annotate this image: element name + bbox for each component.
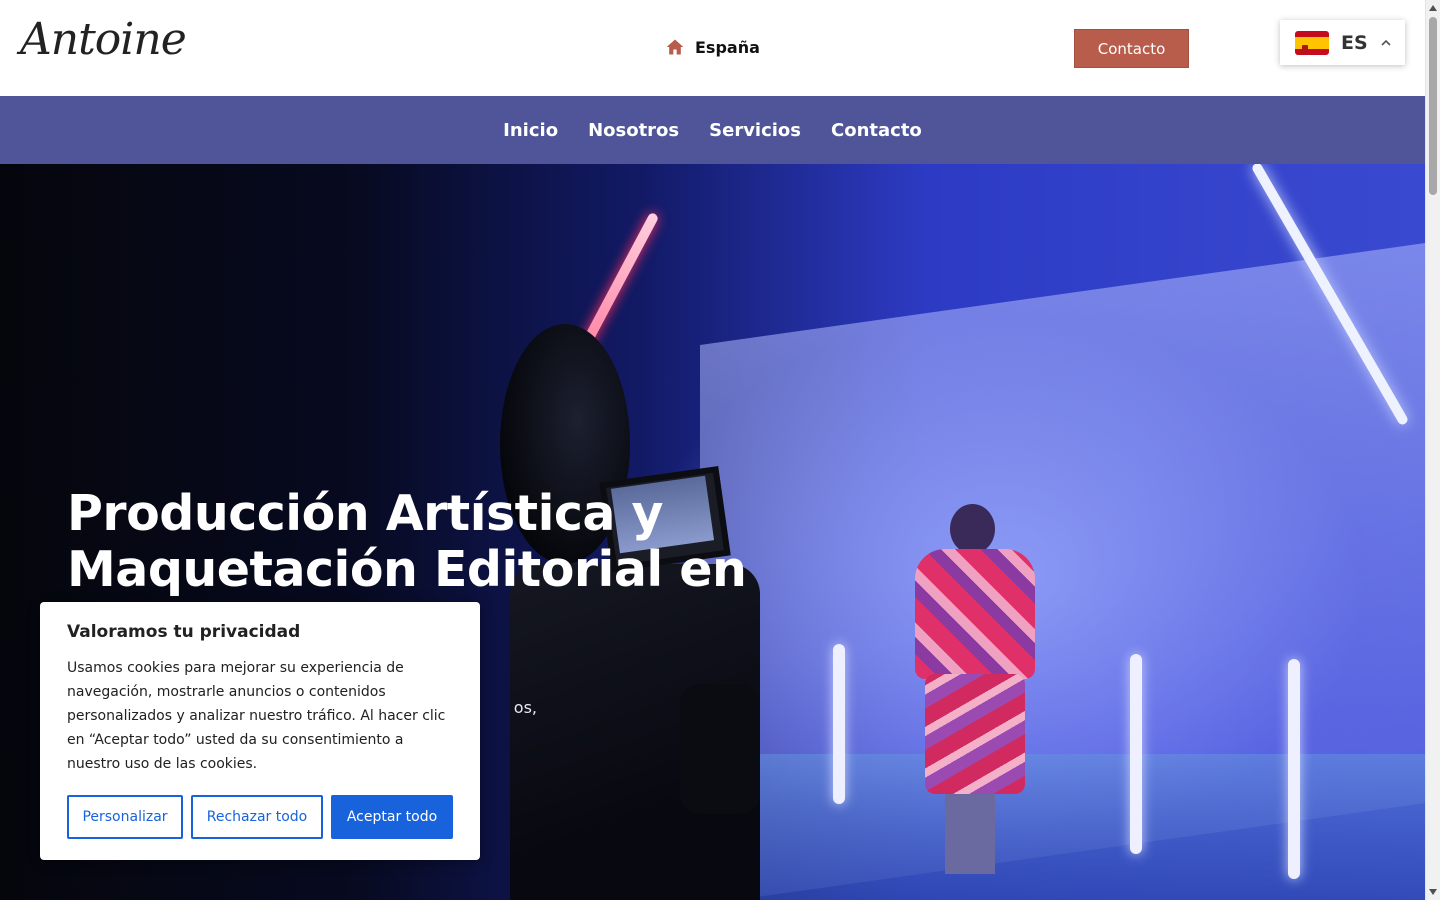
location-link[interactable]: España bbox=[665, 37, 760, 57]
cookie-reject-button[interactable]: Rechazar todo bbox=[191, 795, 323, 839]
cookie-customize-button[interactable]: Personalizar bbox=[67, 795, 183, 839]
cookie-text: Usamos cookies para mejorar su experienc… bbox=[67, 660, 446, 772]
light-column bbox=[1130, 654, 1142, 854]
chevron-up-icon bbox=[1381, 39, 1391, 46]
scroll-down-arrow-icon[interactable] bbox=[1429, 889, 1437, 895]
page-scrollbar[interactable] bbox=[1425, 0, 1440, 900]
hero-title: Producción Artística y Maquetación Edito… bbox=[67, 485, 747, 598]
nav-item-inicio[interactable]: Inicio bbox=[503, 120, 558, 141]
cookie-consent-banner: Valoramos tu privacidad Usamos cookies p… bbox=[40, 602, 480, 860]
nav-item-servicios[interactable]: Servicios bbox=[709, 120, 801, 141]
cookie-title: Valoramos tu privacidad bbox=[67, 622, 301, 642]
cookie-accept-button[interactable]: Aceptar todo bbox=[331, 795, 453, 839]
main-nav: Inicio Nosotros Servicios Contacto bbox=[0, 96, 1425, 164]
site-logo[interactable]: Antoine bbox=[20, 14, 187, 65]
light-column bbox=[1288, 659, 1300, 879]
scrollbar-thumb[interactable] bbox=[1429, 17, 1437, 195]
language-selector[interactable]: ES bbox=[1280, 20, 1405, 65]
light-column bbox=[833, 644, 845, 804]
nav-item-nosotros[interactable]: Nosotros bbox=[588, 120, 679, 141]
language-code: ES bbox=[1341, 31, 1368, 54]
location-label: España bbox=[695, 37, 760, 57]
site-header: Antoine España Contacto ES bbox=[0, 0, 1425, 96]
header-contact-button[interactable]: Contacto bbox=[1074, 29, 1189, 68]
home-icon bbox=[666, 39, 684, 55]
hero-dancer-figure bbox=[905, 504, 1045, 884]
spain-flag-icon bbox=[1295, 30, 1329, 55]
scroll-up-arrow-icon[interactable] bbox=[1429, 5, 1437, 11]
nav-item-contacto[interactable]: Contacto bbox=[831, 120, 922, 141]
